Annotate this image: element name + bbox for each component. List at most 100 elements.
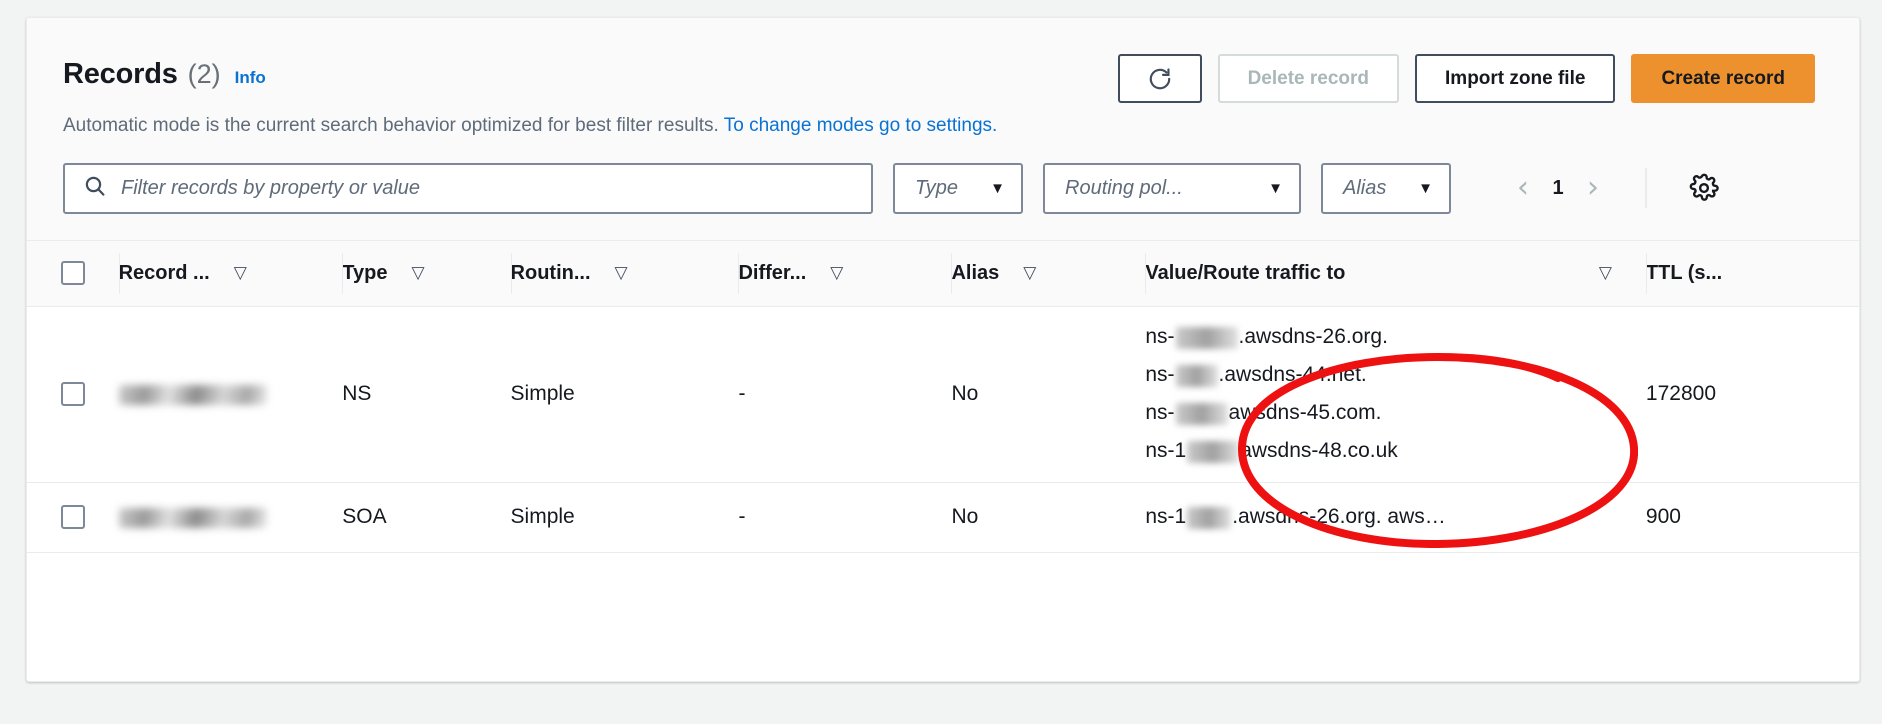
sort-icon[interactable]: ▽ (1023, 264, 1036, 282)
chevron-left-icon[interactable]: ‹ (1517, 173, 1529, 203)
cell-ttl: 172800 (1645, 306, 1859, 483)
search-input[interactable] (121, 176, 871, 200)
filter-type-select[interactable]: Type ▼ (893, 162, 1023, 214)
redacted-value-segment (1175, 364, 1218, 387)
cell-value: ns-1 .awsdns-26.org. aws… (1145, 482, 1646, 553)
refresh-button[interactable] (1117, 54, 1202, 103)
table-footer-spacer (27, 552, 1859, 610)
change-modes-link[interactable]: To change modes go to settings. (724, 115, 998, 136)
value-line: ns-1 awsdns-48.co.uk (1145, 432, 1646, 470)
chevron-right-icon[interactable]: › (1587, 173, 1599, 203)
column-header-value[interactable]: Value/Route traffic to ▽ (1145, 240, 1646, 306)
cell-value: ns- .awsdns-26.org. ns- .awsdns-44.net. ns-a… (1145, 306, 1646, 483)
description-text: Automatic mode is the current search beh… (63, 115, 719, 136)
redacted-record-name (118, 507, 267, 528)
page-title: Records (63, 58, 178, 90)
value-prefix: ns- (1145, 325, 1175, 349)
chevron-down-icon: ▼ (1418, 179, 1433, 197)
value-prefix: ns- (1145, 363, 1175, 387)
refresh-icon (1147, 66, 1173, 92)
delete-record-label: Delete record (1247, 67, 1370, 89)
value-suffix: awsdns-45.com. (1228, 401, 1382, 425)
value-line: ns- .awsdns-44.net. (1145, 356, 1646, 394)
gear-icon[interactable] (1689, 173, 1719, 203)
page-number[interactable]: 1 (1551, 177, 1565, 200)
value-suffix: .awsdns-26.org. aws… (1232, 505, 1446, 529)
column-header-ttl[interactable]: TTL (s... (1645, 240, 1859, 306)
select-all-checkbox[interactable] (60, 261, 85, 286)
records-count: (2) (187, 59, 221, 89)
filter-alias-label: Alias (1343, 176, 1387, 199)
value-line: ns-awsdns-45.com. (1145, 394, 1646, 432)
cell-ttl: 900 (1645, 482, 1859, 553)
value-prefix: ns-1 (1145, 505, 1187, 529)
cell-differentiator: - (738, 482, 952, 553)
column-label-differentiator: Differ... (738, 261, 807, 284)
value-suffix: .awsdns-26.org. (1238, 325, 1388, 349)
records-panel: Records (2) Info Delete record Import zo… (26, 17, 1860, 682)
table-head: Record ... ▽ Type ▽ Routin... ▽ Differ..… (27, 240, 1859, 307)
row-checkbox[interactable] (60, 505, 85, 530)
filter-alias-select[interactable]: Alias ▼ (1321, 162, 1451, 214)
import-zone-file-button[interactable]: Import zone file (1415, 54, 1616, 103)
table-row[interactable]: SOA Simple - No ns-1 .awsdns-26.org. aws…… (27, 482, 1859, 553)
sort-icon[interactable]: ▽ (830, 264, 843, 282)
column-header-differentiator[interactable]: Differ... ▽ (738, 240, 951, 306)
table-footer-cell (27, 552, 1859, 610)
column-divider (1145, 252, 1147, 294)
value-suffix: awsdns-48.co.uk (1240, 439, 1398, 463)
column-header-type[interactable]: Type ▽ (342, 240, 510, 306)
filter-routing-policy-select[interactable]: Routing pol... ▼ (1043, 162, 1301, 214)
value-list: ns-1 .awsdns-26.org. aws… (1145, 498, 1646, 536)
value-line: ns- .awsdns-26.org. (1145, 318, 1646, 356)
column-divider (510, 252, 512, 294)
cell-differentiator: - (738, 306, 952, 483)
search-box[interactable] (63, 162, 873, 214)
page-root: Records (2) Info Delete record Import zo… (0, 0, 1882, 724)
cell-routing-policy: Simple (510, 482, 739, 553)
info-link[interactable]: Info (235, 68, 266, 88)
import-zone-file-label: Import zone file (1445, 67, 1586, 89)
header-actions: Delete record Import zone file Create re… (1117, 54, 1815, 103)
table-row[interactable]: NS Simple - No ns- .awsdns-26.org. ns- .aws… (27, 306, 1859, 483)
column-divider (738, 252, 740, 294)
filter-routing-policy-label: Routing pol... (1065, 176, 1183, 199)
sort-icon[interactable]: ▽ (234, 264, 247, 282)
redacted-value-segment (1187, 440, 1240, 463)
cell-type: NS (342, 306, 511, 483)
search-mode-description: Automatic mode is the current search beh… (27, 103, 1859, 139)
header-row: Records (2) Info Delete record Import zo… (27, 18, 1859, 103)
column-header-routing-policy[interactable]: Routin... ▽ (510, 240, 739, 306)
cell-alias: No (951, 306, 1146, 483)
table-body: NS Simple - No ns- .awsdns-26.org. ns- .aws… (27, 306, 1859, 610)
search-icon (83, 174, 107, 203)
sort-icon[interactable]: ▽ (411, 264, 424, 282)
column-header-alias[interactable]: Alias ▽ (951, 240, 1145, 306)
records-table: Record ... ▽ Type ▽ Routin... ▽ Differ..… (27, 239, 1859, 611)
toolbar-divider (1645, 168, 1647, 209)
row-select-cell (27, 482, 119, 553)
filter-row: Type ▼ Routing pol... ▼ Alias ▼ ‹ 1 › (27, 139, 1859, 240)
column-divider (1645, 252, 1647, 294)
redacted-value-segment (1175, 326, 1238, 349)
sort-icon[interactable]: ▽ (1599, 264, 1612, 282)
sort-icon[interactable]: ▽ (615, 264, 628, 282)
column-header-record-name[interactable]: Record ... ▽ (118, 240, 343, 306)
row-checkbox[interactable] (60, 382, 85, 407)
delete-record-button[interactable]: Delete record (1217, 54, 1400, 103)
create-record-button[interactable]: Create record (1631, 54, 1815, 103)
cell-type: SOA (342, 482, 511, 553)
row-select-cell (27, 306, 119, 483)
cell-record-name (118, 306, 343, 483)
chevron-down-icon: ▼ (1268, 179, 1283, 197)
value-suffix: .awsdns-44.net. (1218, 363, 1367, 387)
page-title-group: Records (2) Info (63, 54, 266, 91)
column-label-routing-policy: Routin... (510, 261, 591, 284)
column-label-ttl: TTL (s... (1645, 261, 1723, 284)
chevron-down-icon: ▼ (990, 179, 1005, 197)
table-header-row: Record ... ▽ Type ▽ Routin... ▽ Differ..… (27, 240, 1859, 307)
column-header-select-all (27, 240, 119, 306)
value-list: ns- .awsdns-26.org. ns- .awsdns-44.net. ns-a… (1145, 318, 1646, 470)
column-divider (118, 252, 120, 294)
redacted-value-segment (1187, 506, 1232, 529)
